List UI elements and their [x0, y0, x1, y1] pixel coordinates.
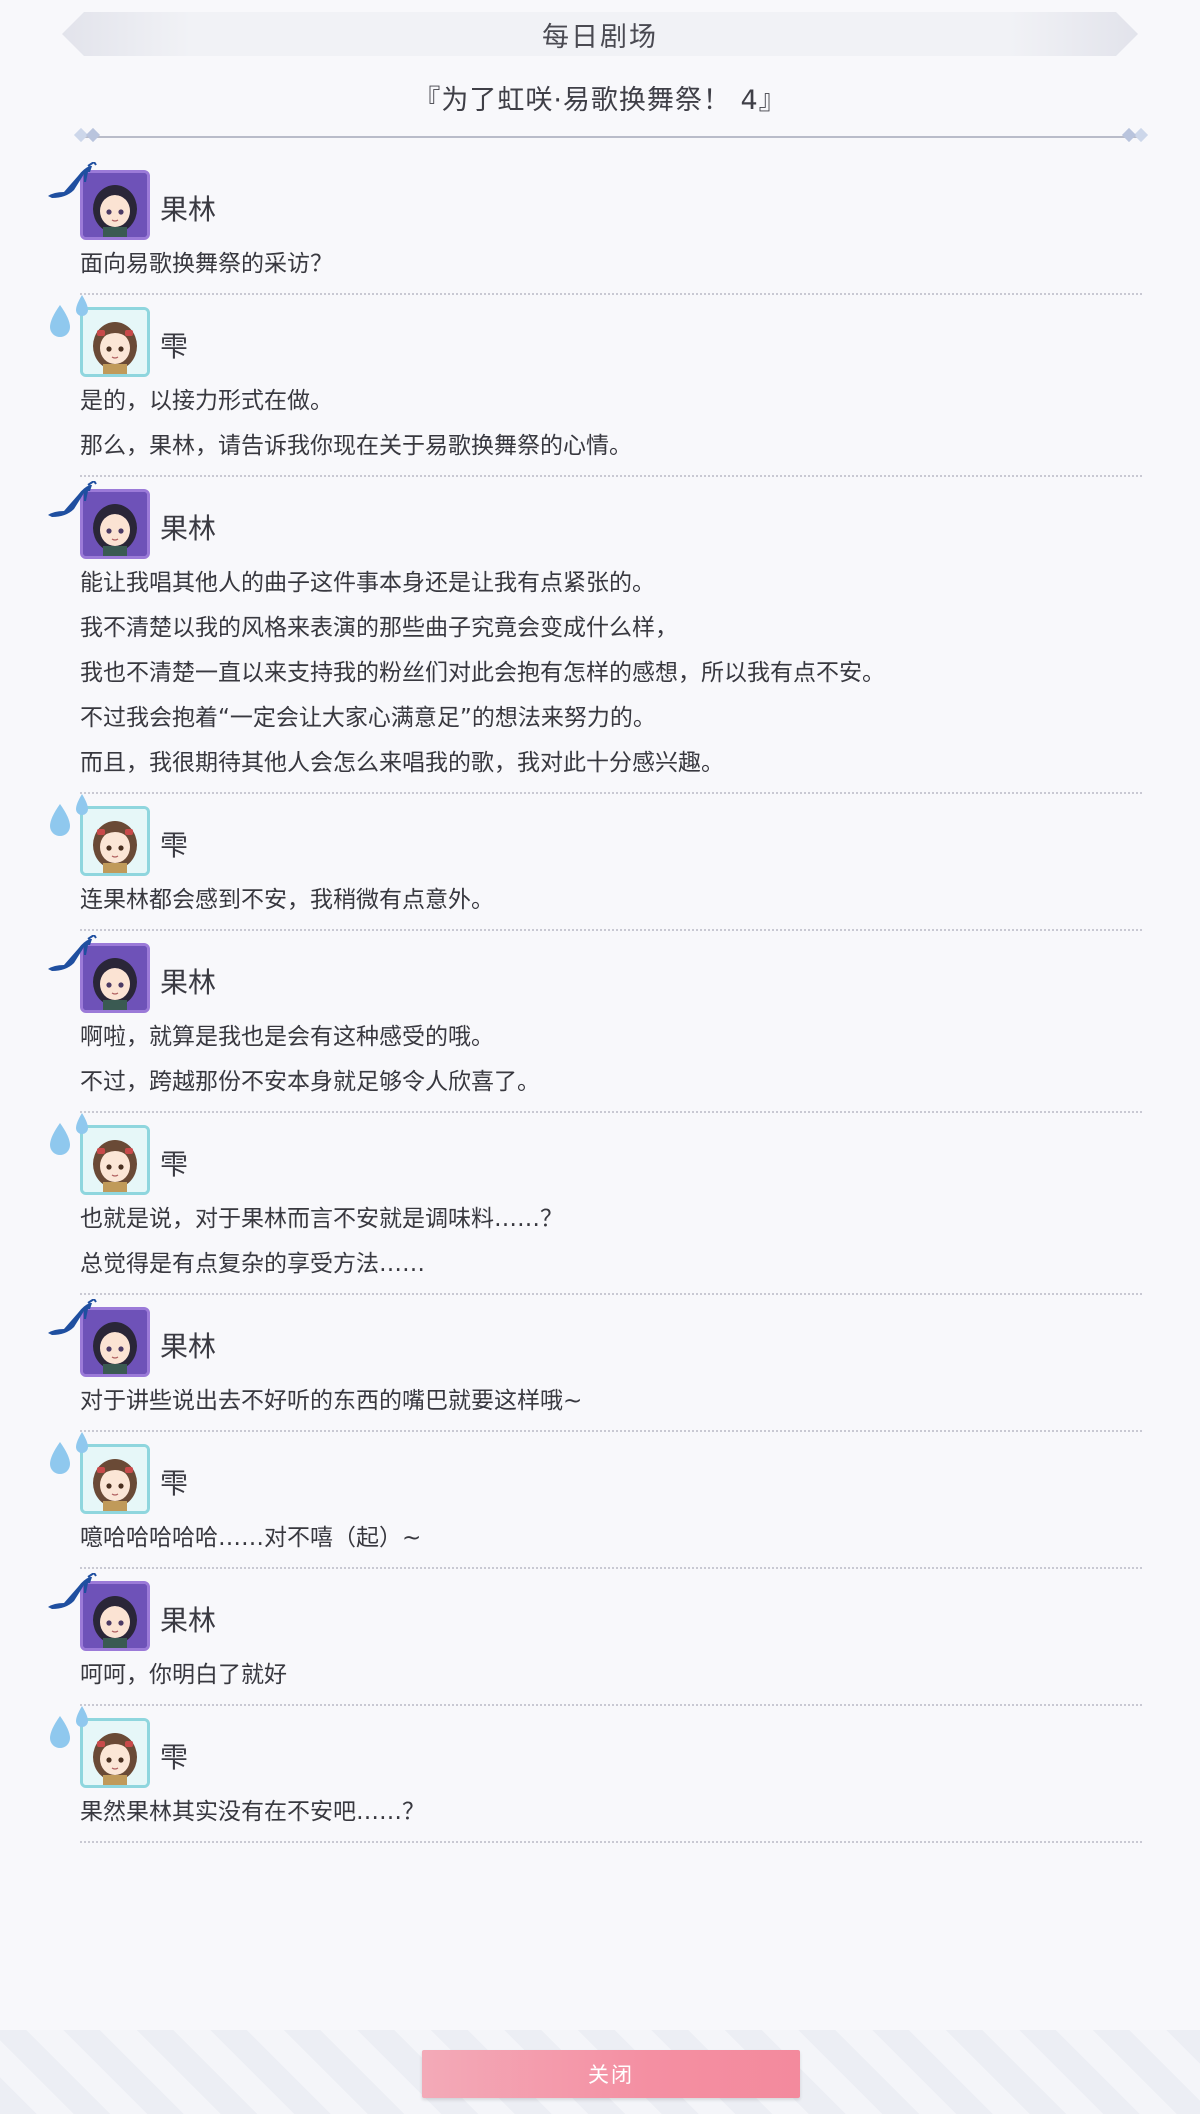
heel-icon	[44, 933, 100, 979]
dialogue-line: 不过我会抱着“一定会让大家心满意足”的想法来努力的。	[80, 705, 656, 731]
dialogue-entry: 雫果然果林其实没有在不安吧……？	[0, 1706, 1200, 1843]
dialogue-lines: 能让我唱其他人的曲子这件事本身还是让我有点紧张的。 我不清楚以我的风格来表演的那些…	[0, 561, 1200, 792]
dialogue-line: 啊啦，就算是我也是会有这种感受的哦。	[80, 1024, 494, 1050]
speaker-name: 果林	[160, 966, 217, 999]
heel-icon	[44, 160, 100, 206]
speaker-row: 果林	[0, 1571, 1200, 1653]
entry-divider	[80, 1430, 1142, 1432]
speaker-row: 果林	[0, 479, 1200, 561]
speaker-avatar-wrap	[44, 1571, 156, 1655]
dialogue-list[interactable]: 果林 面向易歌换舞祭的采访？雫是的，以接力形式在做。 那么，果林，请告诉我你现在关于…	[0, 160, 1200, 1845]
entry-divider	[80, 1704, 1142, 1706]
drops-icon	[44, 1704, 94, 1756]
entry-divider	[80, 475, 1142, 477]
drops-icon	[44, 1430, 94, 1482]
dialogue-entry: 果林面向易歌换舞祭的采访？	[0, 160, 1200, 295]
speaker-avatar-wrap	[44, 479, 156, 563]
dialogue-line: 而且，我很期待其他人会怎么来唱我的歌，我对此十分感兴趣。	[80, 750, 724, 776]
dialogue-line: 也就是说，对于果林而言不安就是调味料……？	[80, 1206, 563, 1232]
speaker-avatar-wrap	[44, 160, 156, 244]
speaker-row: 雫	[0, 295, 1200, 381]
dialogue-entry: 雫也就是说，对于果林而言不安就是调味料……？ 总觉得是有点复杂的享受方法……	[0, 1113, 1200, 1295]
story-title: 『为了虹咲·易歌换舞祭！ 4』	[413, 85, 787, 116]
speaker-avatar-wrap	[44, 794, 156, 880]
heel-icon	[44, 1571, 100, 1617]
speaker-name: 雫	[160, 330, 189, 363]
dialogue-lines: 果然果林其实没有在不安吧……？	[0, 1790, 1200, 1841]
dialogue-entry: 果林啊啦，就算是我也是会有这种感受的哦。不过，跨越那份不安本身就足够令人欣喜了。	[0, 933, 1200, 1113]
dialogue-lines: 呵呵，你明白了就好	[0, 1653, 1200, 1704]
dialogue-lines: 也就是说，对于果林而言不安就是调味料……？ 总觉得是有点复杂的享受方法……	[0, 1197, 1200, 1293]
speaker-row: 雫	[0, 794, 1200, 880]
dialogue-line: 总觉得是有点复杂的享受方法……	[80, 1251, 425, 1277]
speaker-name: 雫	[160, 829, 189, 862]
dialogue-line: 果然果林其实没有在不安吧……？	[80, 1799, 425, 1825]
dialogue-line: 是的，以接力形式在做。	[80, 388, 333, 414]
dialogue-line: 面向易歌换舞祭的采访？	[80, 251, 333, 277]
dialogue-line: 我不清楚以我的风格来表演的那些曲子究竟会变成什么样，	[80, 615, 678, 641]
speaker-row: 雫	[0, 1113, 1200, 1199]
header-bar: 每日剧场	[62, 12, 1138, 56]
speaker-row: 雫	[0, 1706, 1200, 1792]
dialogue-line: 那么，果林，请告诉我你现在关于易歌换舞祭的心情。	[80, 433, 632, 459]
dialogue-line: 对于讲些说出去不好听的东西的嘴巴就要这样哦~	[80, 1388, 583, 1414]
header-title: 每日剧场	[542, 21, 658, 53]
dialogue-entry: 雫是的，以接力形式在做。那么，果林，请告诉我你现在关于易歌换舞祭的心情。	[0, 295, 1200, 477]
speaker-name: 果林	[160, 1604, 217, 1637]
dialogue-lines: 噫哈哈哈哈哈……对不嘻（起）~	[0, 1516, 1200, 1567]
dialogue-line: 噫哈哈哈哈哈……对不嘻（起）~	[80, 1525, 422, 1551]
speaker-name: 雫	[160, 1467, 189, 1500]
dialogue-line: 能让我唱其他人的曲子这件事本身还是让我有点紧张的。	[80, 570, 655, 596]
speaker-avatar-wrap	[44, 295, 156, 381]
speaker-name: 雫	[160, 1148, 189, 1181]
speaker-row: 雫	[0, 1432, 1200, 1518]
drops-icon	[44, 1111, 94, 1163]
entry-divider	[80, 929, 1142, 931]
entry-divider	[80, 792, 1142, 794]
dialogue-entry: 果林能让我唱其他人的曲子这件事本身还是让我有点紧张的。 我不清楚以我的风格来表演的…	[0, 479, 1200, 794]
dialogue-lines: 连果林都会感到不安，我稍微有点意外。	[0, 878, 1200, 929]
dialogue-line: 我也不清楚一直以来支持我的粉丝们对此会抱有怎样的感想，所以我有点不安。	[80, 660, 885, 686]
dialogue-entry: 雫噫哈哈哈哈哈……对不嘻（起）~	[0, 1432, 1200, 1569]
dialogue-lines: 对于讲些说出去不好听的东西的嘴巴就要这样哦~	[0, 1379, 1200, 1430]
speaker-row: 果林	[0, 1297, 1200, 1379]
drops-icon	[44, 293, 94, 345]
heel-icon	[44, 479, 100, 525]
speaker-row: 果林	[0, 160, 1200, 242]
speaker-name: 果林	[160, 193, 217, 226]
speaker-avatar-wrap	[44, 1297, 156, 1381]
dialogue-entry: 雫连果林都会感到不安，我稍微有点意外。	[0, 794, 1200, 931]
speaker-avatar-wrap	[44, 1706, 156, 1792]
entry-divider	[80, 1841, 1142, 1843]
speaker-avatar-wrap	[44, 1432, 156, 1518]
title-divider	[73, 127, 1149, 143]
dialogue-line: 呵呵，你明白了就好	[80, 1662, 287, 1688]
speaker-name: 果林	[160, 1330, 217, 1363]
speaker-row: 果林	[0, 933, 1200, 1015]
entry-divider	[80, 293, 1142, 295]
entry-divider	[80, 1293, 1142, 1295]
heel-icon	[44, 1297, 100, 1343]
entry-divider	[80, 1111, 1142, 1113]
dialogue-lines: 是的，以接力形式在做。那么，果林，请告诉我你现在关于易歌换舞祭的心情。	[0, 379, 1200, 475]
speaker-name: 果林	[160, 512, 217, 545]
close-button[interactable]: 关闭	[422, 2050, 800, 2098]
dialogue-line: 连果林都会感到不安，我稍微有点意外。	[80, 887, 494, 913]
dialogue-lines: 面向易歌换舞祭的采访？	[0, 242, 1200, 293]
speaker-avatar-wrap	[44, 1113, 156, 1199]
speaker-name: 雫	[160, 1741, 189, 1774]
dialogue-lines: 啊啦，就算是我也是会有这种感受的哦。不过，跨越那份不安本身就足够令人欣喜了。	[0, 1015, 1200, 1111]
dialogue-entry: 果林对于讲些说出去不好听的东西的嘴巴就要这样哦~	[0, 1297, 1200, 1432]
speaker-avatar-wrap	[44, 933, 156, 1017]
drops-icon	[44, 792, 94, 844]
dialogue-entry: 果林呵呵，你明白了就好	[0, 1571, 1200, 1706]
dialogue-line: 不过，跨越那份不安本身就足够令人欣喜了。	[80, 1069, 540, 1095]
entry-divider	[80, 1567, 1142, 1569]
